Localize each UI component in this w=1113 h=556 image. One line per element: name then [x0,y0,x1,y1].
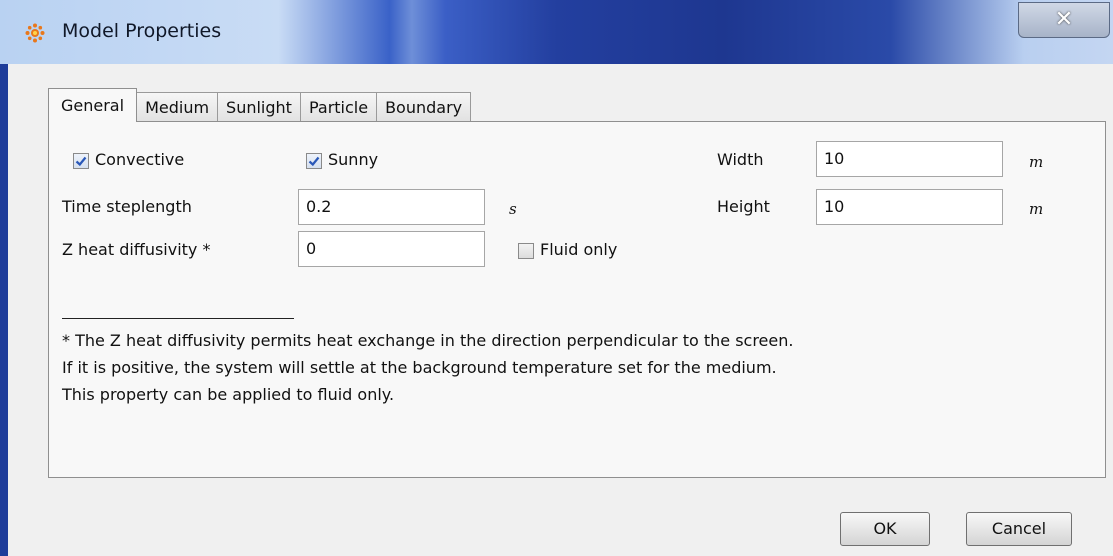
time-steplength-field[interactable]: 0.2 [298,189,485,225]
tab-boundary[interactable]: Boundary [376,92,472,122]
tab-general[interactable]: General [48,88,138,122]
tab-strip: General Medium Sunlight Particle Boundar… [48,88,472,122]
z-heat-diffusivity-label: Z heat diffusivity * [62,240,211,259]
footnote-divider [62,318,294,319]
title-bar[interactable]: Model Properties ✕ [0,0,1113,64]
sun-icon [25,23,45,43]
dialog-client-area: General Medium Sunlight Particle Boundar… [8,64,1113,556]
height-label: Height [717,197,770,216]
time-steplength-unit: s [509,200,517,218]
width-unit: m [1029,153,1044,171]
sunny-label: Sunny [328,150,379,169]
convective-label: Convective [95,150,185,169]
footnote-line-3: This property can be applied to fluid on… [62,385,395,404]
tab-particle[interactable]: Particle [299,92,378,122]
convective-checkbox[interactable] [73,153,89,169]
ok-button[interactable]: OK [840,512,930,546]
footnote-line-1: * The Z heat diffusivity permits heat ex… [62,331,794,350]
close-icon: ✕ [1054,7,1074,32]
width-label: Width [717,150,764,169]
tab-medium[interactable]: Medium [136,92,219,122]
footnote-line-2: If it is positive, the system will settl… [62,358,777,377]
checkmark-icon [308,156,320,167]
height-field[interactable]: 10 [816,189,1003,225]
cancel-button[interactable]: Cancel [966,512,1072,546]
checkmark-icon [75,156,87,167]
z-heat-diffusivity-field[interactable]: 0 [298,231,485,267]
sunny-checkbox[interactable] [306,153,322,169]
model-properties-window: Model Properties ✕ General Medium Sunlig… [0,0,1113,556]
window-frame-edge [0,64,8,556]
time-steplength-label: Time steplength [62,197,192,216]
general-tab-panel: Convective Sunny Width 10 m Time steplen… [48,121,1106,478]
width-field[interactable]: 10 [816,141,1003,177]
close-button[interactable]: ✕ [1018,2,1110,38]
window-title: Model Properties [62,20,222,42]
fluid-only-label: Fluid only [540,240,618,259]
height-unit: m [1029,200,1044,218]
tab-sunlight[interactable]: Sunlight [217,92,301,122]
fluid-only-checkbox[interactable] [518,243,534,259]
